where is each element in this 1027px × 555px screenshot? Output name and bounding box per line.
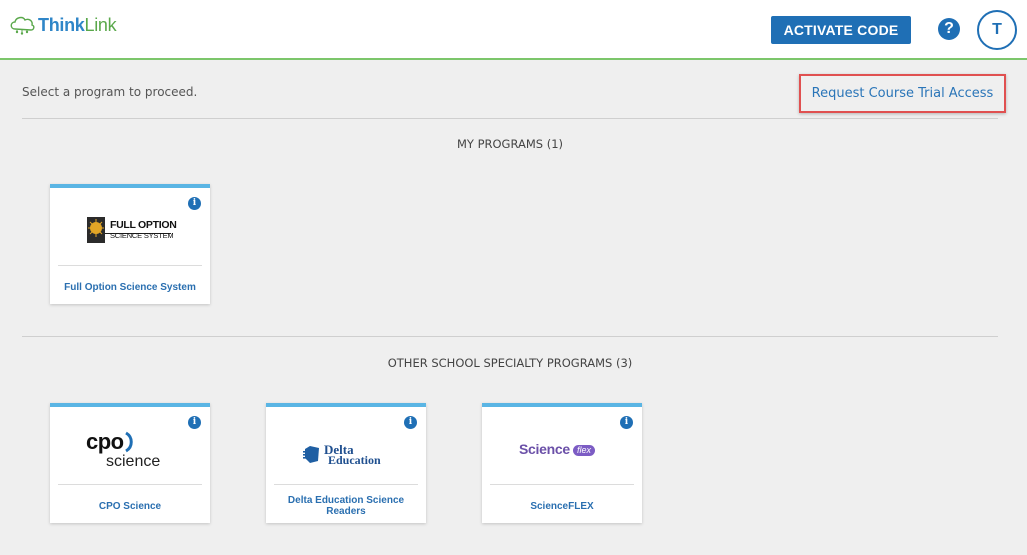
cpo-science-logo: cpo science <box>50 417 210 481</box>
my-programs-title: MY PROGRAMS (1) <box>456 137 564 151</box>
request-trial-access-link[interactable]: Request Course Trial Access <box>799 74 1006 113</box>
cloud-icon <box>10 16 35 35</box>
program-card-delta-education[interactable]: i Delta Education Delta Education Scienc… <box>266 403 426 523</box>
user-avatar[interactable]: T <box>977 10 1017 50</box>
help-icon[interactable]: ? <box>938 18 960 40</box>
top-header: ThinkLink ACTIVATE CODE ? T <box>0 0 1027 60</box>
cpo-logo-subtitle: science <box>106 453 161 470</box>
foss-logo-title: FULL OPTION <box>110 219 177 231</box>
logo-wordmark: ThinkLink <box>38 14 117 36</box>
card-separator <box>274 484 418 485</box>
program-card-foss[interactable]: i FOSS FULL OPTION SCIENCE SYSTEM Full O… <box>50 184 210 304</box>
program-card-name[interactable]: Full Option Science System <box>56 270 204 304</box>
scienceflex-logo-badge: flex <box>573 445 596 456</box>
program-card-cpo-science[interactable]: i cpo science CPO Science <box>50 403 210 523</box>
card-separator <box>58 265 202 266</box>
foss-logo: FOSS FULL OPTION SCIENCE SYSTEM <box>50 198 210 262</box>
cpo-logo-title: cpo <box>86 429 124 454</box>
scienceflex-logo: Science flex <box>482 417 642 481</box>
thinklink-logo[interactable]: ThinkLink <box>8 14 117 36</box>
other-programs-title: OTHER SCHOOL SPECIALTY PROGRAMS (3) <box>387 356 633 370</box>
cpo-arc-icon <box>125 431 133 453</box>
delta-hand-icon <box>303 446 319 463</box>
instruction-text: Select a program to proceed. <box>22 85 198 99</box>
logo-link: Link <box>84 14 117 35</box>
logo-think: Think <box>38 14 85 35</box>
program-card-scienceflex[interactable]: i Science flex ScienceFLEX <box>482 403 642 523</box>
card-separator <box>58 484 202 485</box>
delta-education-logo: Delta Education <box>266 417 426 481</box>
activate-code-button[interactable]: ACTIVATE CODE <box>771 16 911 44</box>
divider-middle <box>22 336 998 337</box>
delta-logo-subtitle: Education <box>328 453 381 467</box>
program-card-name[interactable]: CPO Science <box>56 489 204 523</box>
divider-top <box>22 118 998 119</box>
scienceflex-logo-title: Science <box>519 441 570 457</box>
foss-logo-subtitle: SCIENCE SYSTEM <box>110 231 174 240</box>
program-card-name[interactable]: Delta Education Science Readers <box>272 489 420 523</box>
program-card-name[interactable]: ScienceFLEX <box>488 489 636 523</box>
card-separator <box>490 484 634 485</box>
